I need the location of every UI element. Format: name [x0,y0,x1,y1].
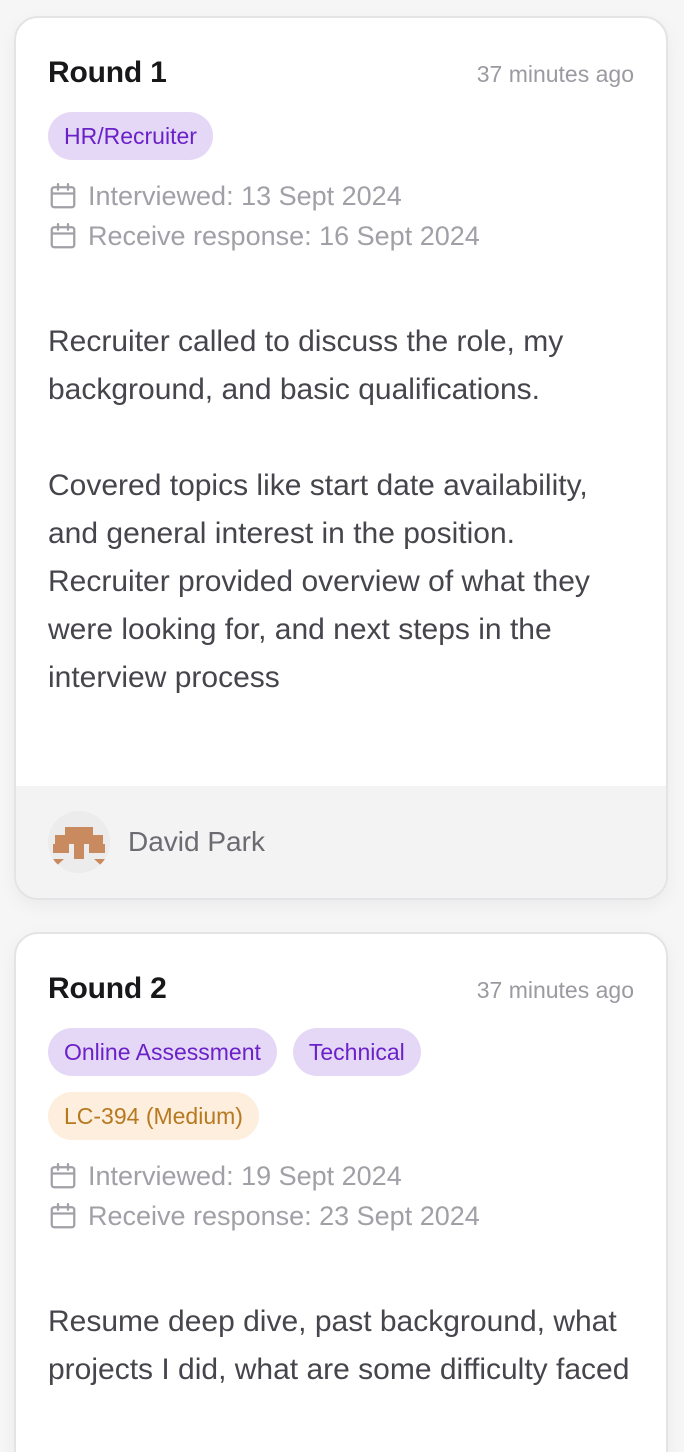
round-card-1[interactable]: Round 1 37 minutes ago HR/Recruiter Inte… [14,16,668,900]
tag-leetcode-problem[interactable]: LC-394 (Medium) [48,1092,259,1140]
response-date-text: Receive response: 16 Sept 2024 [88,220,480,251]
response-date: Receive response: 16 Sept 2024 [48,216,634,256]
round-notes: Resume deep dive, past background, what … [48,1298,634,1394]
calendar-icon [50,1203,76,1229]
calendar-icon [50,1163,76,1189]
tag-hr-recruiter[interactable]: HR/Recruiter [48,112,213,160]
round-header: Round 1 37 minutes ago [48,56,634,90]
notes-paragraph: Resume deep dive, past background, what … [48,1305,630,1386]
tag-online-assessment[interactable]: Online Assessment [48,1028,277,1076]
interviewed-date: Interviewed: 13 Sept 2024 [48,176,634,216]
round-header: Round 2 37 minutes ago [48,972,634,1006]
identicon-avatar [48,811,110,873]
round-timestamp: 37 minutes ago [476,977,634,1003]
round-notes: Recruiter called to discuss the role, my… [48,318,634,702]
interviewed-date-text: Interviewed: 19 Sept 2024 [88,1160,402,1191]
round-card-2[interactable]: Round 2 37 minutes ago Online Assessment… [14,932,668,1452]
date-info: Interviewed: 19 Sept 2024 Receive respon… [48,1156,634,1236]
tag-list: HR/Recruiter [48,112,634,160]
tag-list: Online Assessment Technical LC-394 (Medi… [48,1028,634,1140]
author-name[interactable]: David Park [128,826,265,858]
notes-paragraph: Recruiter called to discuss the role, my… [48,325,564,406]
response-date-text: Receive response: 23 Sept 2024 [88,1200,480,1231]
notes-paragraph: Covered topics like start date availabil… [48,469,588,550]
notes-paragraph: Recruiter provided overview of what they… [48,565,590,694]
round-title: Round 1 [48,56,167,89]
response-date: Receive response: 23 Sept 2024 [48,1196,634,1236]
interviewed-date-text: Interviewed: 13 Sept 2024 [88,180,402,211]
calendar-icon [50,223,76,249]
round-timestamp: 37 minutes ago [476,61,634,87]
interview-rounds-list: Round 1 37 minutes ago HR/Recruiter Inte… [0,0,684,1452]
interviewed-date: Interviewed: 19 Sept 2024 [48,1156,634,1196]
avatar[interactable] [48,811,110,873]
round-title: Round 2 [48,972,167,1005]
author-footer: David Park [16,786,666,898]
date-info: Interviewed: 13 Sept 2024 Receive respon… [48,176,634,256]
tag-technical[interactable]: Technical [292,1028,421,1076]
calendar-icon [50,183,76,209]
